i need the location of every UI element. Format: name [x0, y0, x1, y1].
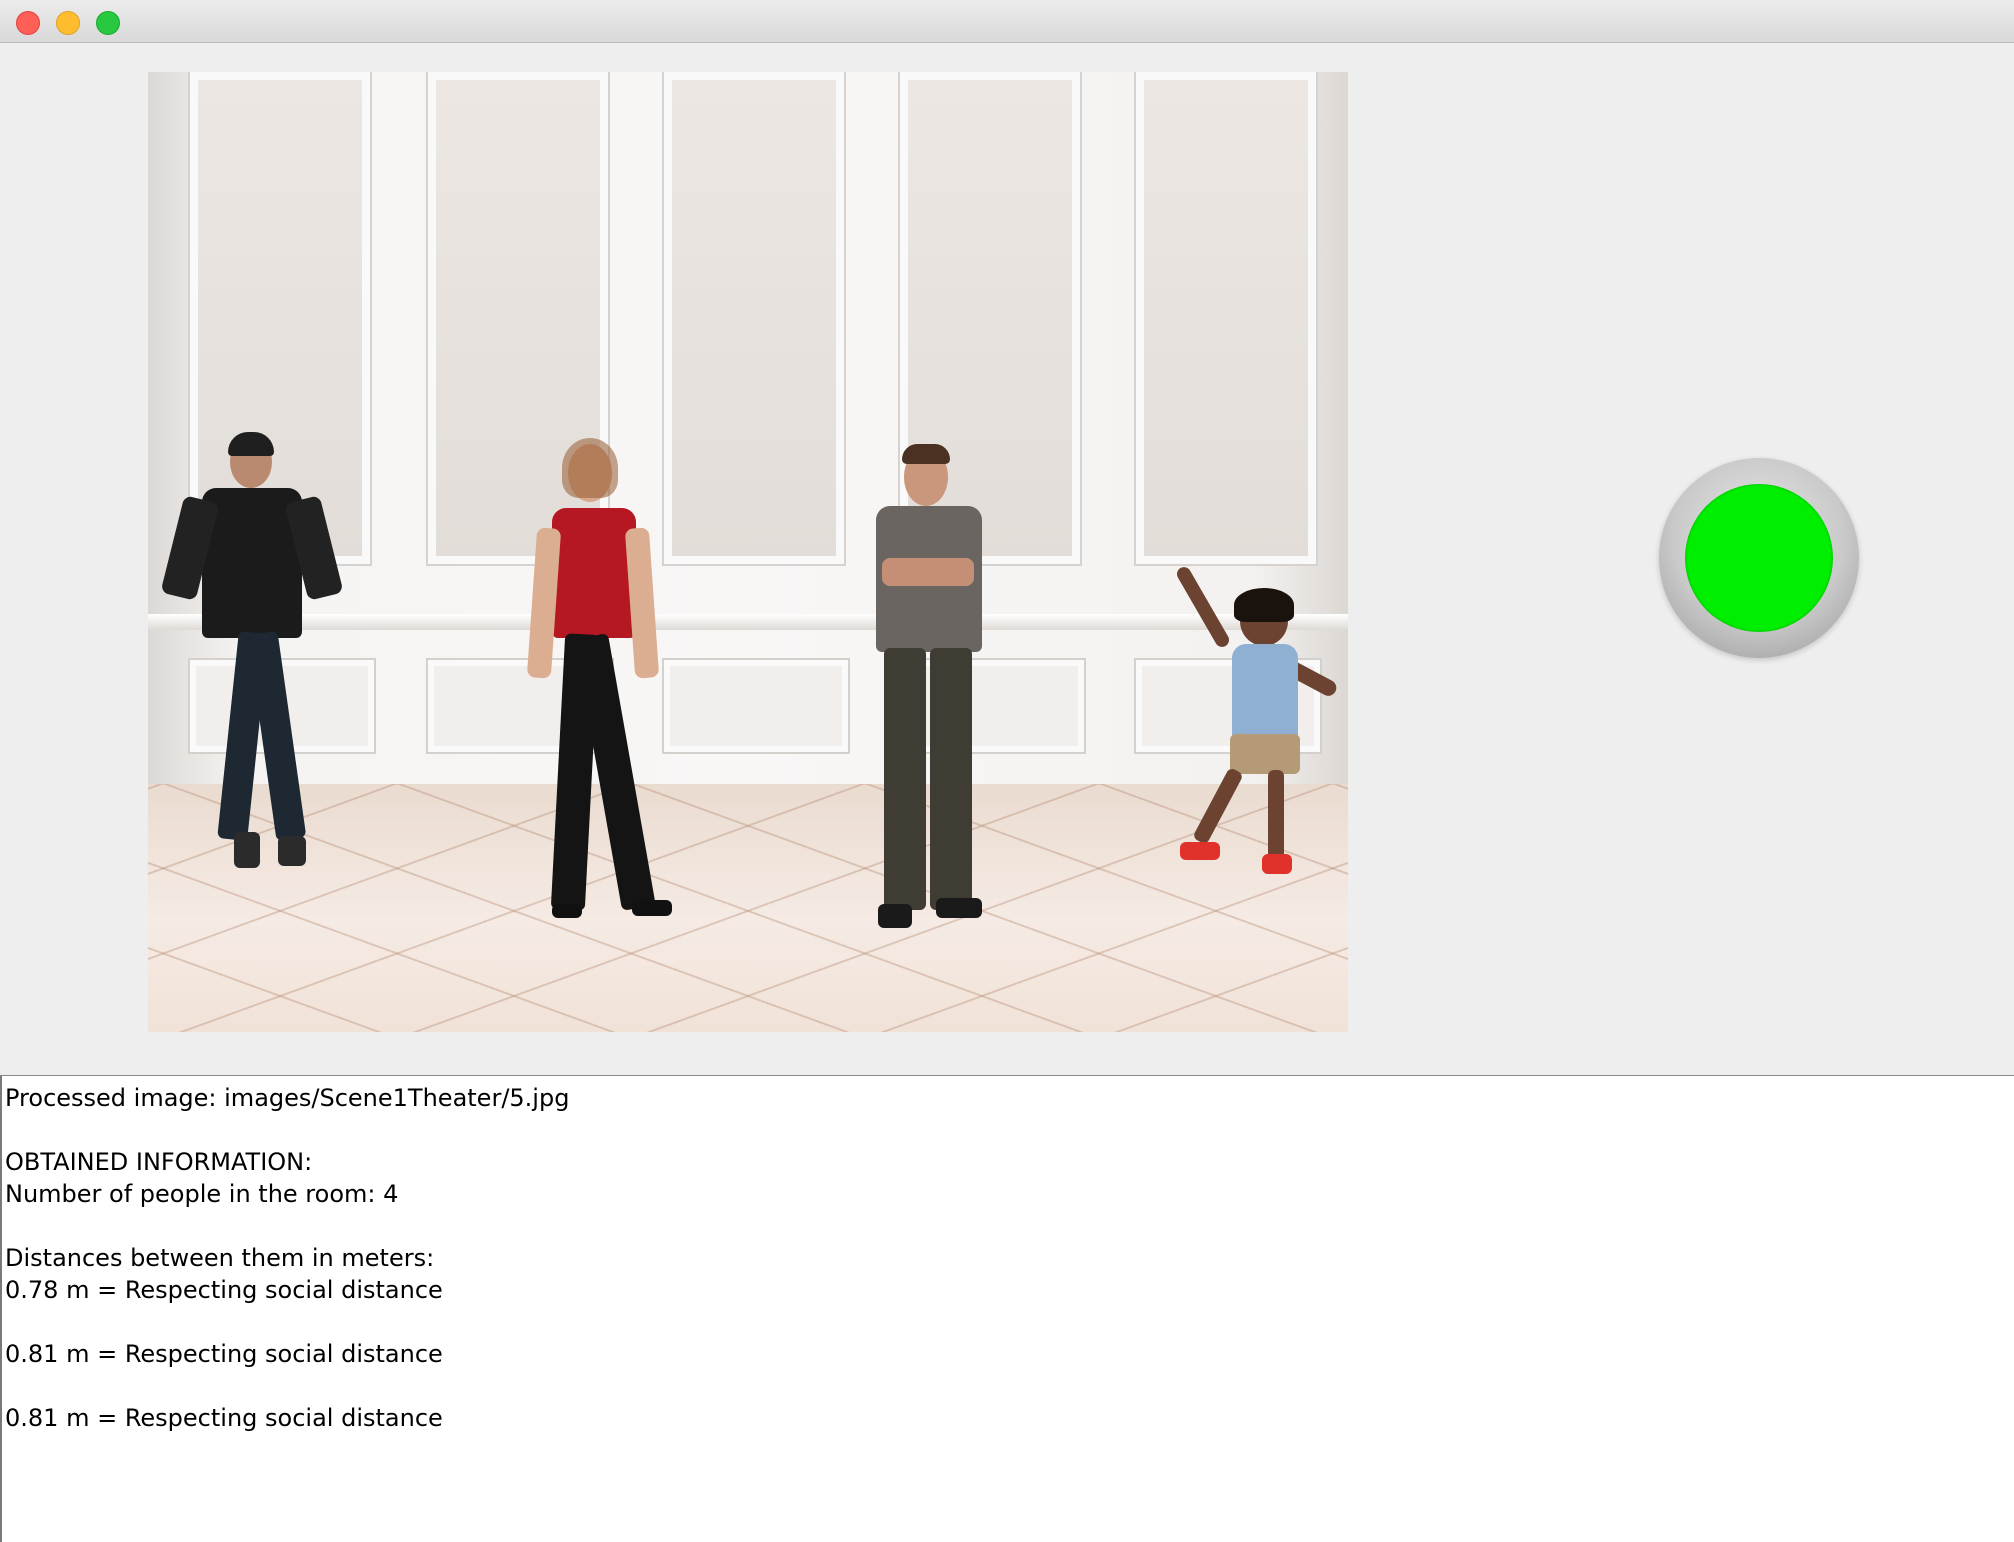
person-2: [518, 438, 678, 924]
log-line-distances-header: Distances between them in meters:: [5, 1244, 435, 1272]
log-line-processed-image: Processed image: images/Scene1Theater/5.…: [5, 1084, 570, 1112]
status-light-green: [1685, 484, 1833, 632]
log-line-obtained-header: OBTAINED INFORMATION:: [5, 1148, 313, 1176]
log-line-people-count: Number of people in the room: 4: [5, 1180, 399, 1208]
app-window: Processed image: images/Scene1Theater/5.…: [0, 0, 2014, 1542]
person-1: [160, 432, 344, 896]
results-text-area[interactable]: Processed image: images/Scene1Theater/5.…: [0, 1075, 2014, 1542]
log-line-blank: [5, 1210, 2014, 1242]
status-indicator: [1659, 458, 1859, 658]
log-line-blank: [5, 1114, 2014, 1146]
log-line-blank: [5, 1370, 2014, 1402]
wall-panel: [662, 72, 846, 566]
scene-image: [148, 72, 1348, 1032]
main-content: [0, 43, 2014, 1075]
log-line-distance-1: 0.78 m = Respecting social distance: [5, 1276, 443, 1304]
wall-lower-panel: [662, 658, 850, 754]
close-window-button[interactable]: [16, 11, 40, 35]
minimize-window-button[interactable]: [56, 11, 80, 35]
log-line-blank: [5, 1306, 2014, 1338]
log-line-distance-3: 0.81 m = Respecting social distance: [5, 1404, 443, 1432]
wall-panel: [1134, 72, 1318, 566]
zoom-window-button[interactable]: [96, 11, 120, 35]
person-4: [1174, 564, 1340, 910]
log-line-distance-2: 0.81 m = Respecting social distance: [5, 1340, 443, 1368]
title-bar: [0, 0, 2014, 43]
person-3: [874, 444, 984, 928]
